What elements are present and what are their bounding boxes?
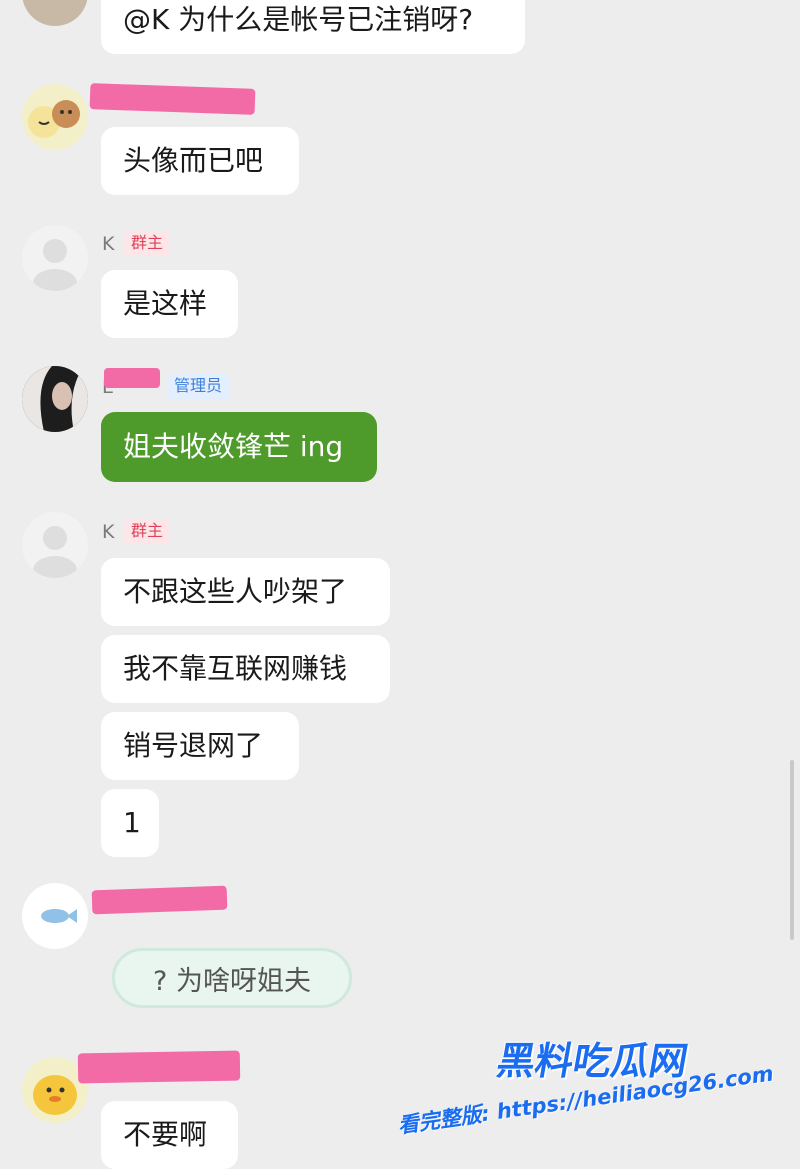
message-text: 1 [123, 806, 141, 839]
admin-badge: 管理员 [167, 374, 230, 399]
message-bubble[interactable]: 我不靠互联网赚钱 [101, 635, 390, 703]
avatar[interactable] [22, 366, 88, 432]
message-text: 我不靠互联网赚钱 [123, 652, 348, 685]
message-text: @K 为什么是帐号已注销呀? [123, 3, 474, 36]
sticker-message[interactable]: ? 为啥呀姐夫 [112, 948, 352, 1008]
message-bubble[interactable]: 销号退网了 [101, 712, 299, 780]
message-bubble[interactable]: 姐夫收敛锋芒 ing [101, 412, 377, 482]
fish-avatar-icon [41, 909, 77, 923]
avatar[interactable] [22, 0, 88, 26]
redacted-nickname [91, 885, 228, 915]
dog-avatar-icon [28, 100, 80, 138]
message-bubble[interactable]: 不要啊 [101, 1101, 238, 1169]
message-bubble[interactable]: 不跟这些人吵架了 [101, 558, 390, 626]
message-bubble[interactable]: 1 [101, 789, 159, 857]
redacted-nickname [89, 83, 256, 115]
nickname: K [102, 233, 115, 255]
default-user-avatar-icon [33, 526, 77, 578]
avatar[interactable] [22, 512, 88, 578]
owner-badge: 群主 [124, 519, 171, 544]
message-text: 不跟这些人吵架了 [123, 575, 348, 608]
message-text: 销号退网了 [123, 729, 264, 762]
avatar[interactable] [22, 883, 88, 949]
nickname: K [102, 521, 115, 543]
message-text: 姐夫收敛锋芒 ing [123, 430, 344, 463]
girl-avatar-icon [22, 366, 88, 432]
avatar[interactable] [22, 225, 88, 291]
scrollbar[interactable] [790, 760, 794, 940]
message-text: 不要啊 [123, 1118, 208, 1151]
redacted-nickname [77, 1050, 241, 1084]
message-bubble[interactable]: @K 为什么是帐号已注销呀? [101, 0, 525, 54]
message-bubble[interactable]: 是这样 [101, 270, 238, 338]
sticker-text: ? 为啥呀姐夫 [153, 965, 311, 997]
redacted-nickname [104, 368, 160, 388]
owner-badge: 群主 [124, 231, 171, 256]
default-user-avatar-icon [33, 239, 77, 291]
message-bubble[interactable]: 头像而已吧 [101, 127, 299, 195]
avatar[interactable] [22, 84, 88, 150]
message-text: 是这样 [123, 287, 208, 320]
message-text: 头像而已吧 [123, 144, 264, 177]
